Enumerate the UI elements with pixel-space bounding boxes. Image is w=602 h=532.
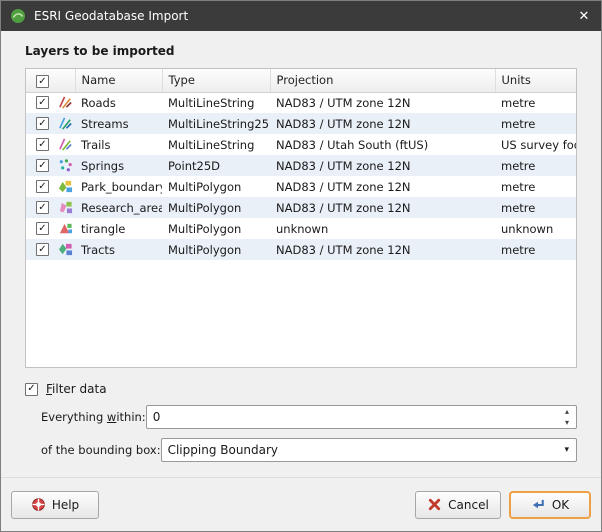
everything-within-input[interactable]: [146, 405, 577, 429]
layer-projection: NAD83 / UTM zone 12N: [276, 96, 411, 110]
layer-projection: NAD83 / UTM zone 12N: [276, 159, 411, 173]
layer-icon: [58, 221, 73, 236]
app-icon: [10, 8, 26, 24]
row-checkbox[interactable]: ✓: [36, 117, 49, 130]
row-checkbox[interactable]: ✓: [36, 159, 49, 172]
layer-icon: [58, 242, 73, 257]
layer-name: Tracts: [81, 243, 115, 257]
layer-name: Trails: [81, 138, 111, 152]
column-header-units[interactable]: Units: [495, 69, 577, 92]
row-checkbox[interactable]: ✓: [36, 222, 49, 235]
cancel-button[interactable]: Cancel: [415, 491, 501, 519]
select-all-checkbox[interactable]: ✓: [36, 75, 49, 88]
layer-type: MultiPolygon: [168, 201, 241, 215]
table-row[interactable]: ✓ Springs Point25D NAD83 / UTM zone 12N …: [26, 155, 577, 176]
layer-type: MultiLineString: [168, 96, 254, 110]
layer-icon: [58, 179, 73, 194]
window-title: ESRI Geodatabase Import: [34, 9, 188, 23]
layer-units: metre: [501, 159, 535, 173]
layer-name: Roads: [81, 96, 116, 110]
layer-table: ✓ Name Type Projection Units ✓: [26, 69, 577, 260]
table-row[interactable]: ✓ tirangle MultiPolygon unknown unknown: [26, 218, 577, 239]
column-header-type[interactable]: Type: [162, 69, 270, 92]
layer-icon: [58, 158, 73, 173]
button-bar: Help Cancel OK: [1, 477, 601, 531]
table-row[interactable]: ✓ Park_boundary MultiPolygon NAD83 / UTM…: [26, 176, 577, 197]
layer-units: metre: [501, 96, 535, 110]
layer-icon: [58, 116, 73, 131]
row-checkbox[interactable]: ✓: [36, 138, 49, 151]
layer-units: US survey foot: [501, 138, 577, 152]
layer-projection: NAD83 / UTM zone 12N: [276, 117, 411, 131]
row-checkbox[interactable]: ✓: [36, 180, 49, 193]
layer-name: Streams: [81, 117, 129, 131]
layer-table-frame: ✓ Name Type Projection Units ✓: [25, 68, 577, 368]
filter-data-label[interactable]: Filter data: [46, 382, 107, 396]
layer-units: metre: [501, 117, 535, 131]
layer-units: metre: [501, 201, 535, 215]
layer-type: MultiLineString25D: [168, 117, 270, 131]
layer-name: tirangle: [81, 222, 125, 236]
title-bar[interactable]: ESRI Geodatabase Import ✕: [1, 1, 601, 31]
spin-down-icon[interactable]: ▾: [559, 417, 575, 428]
everything-within-spinbox: ▴ ▾: [146, 405, 577, 429]
layer-name: Springs: [81, 159, 124, 173]
table-row[interactable]: ✓ Tracts MultiPolygon NAD83 / UTM zone 1…: [26, 239, 577, 260]
cancel-x-icon: [427, 497, 442, 512]
layer-projection: NAD83 / UTM zone 12N: [276, 243, 411, 257]
layer-type: MultiLineString: [168, 138, 254, 152]
layer-projection: unknown: [276, 222, 328, 236]
layer-name: Park_boundary: [81, 180, 162, 194]
layer-icon: [58, 95, 73, 110]
table-header-row: ✓ Name Type Projection Units: [26, 69, 577, 92]
row-checkbox[interactable]: ✓: [36, 96, 49, 109]
close-icon[interactable]: ✕: [567, 1, 601, 31]
chevron-down-icon: ▾: [564, 439, 569, 461]
ok-button[interactable]: OK: [509, 491, 591, 519]
table-row[interactable]: ✓ Research_areas MultiPolygon NAD83 / UT…: [26, 197, 577, 218]
column-header-projection[interactable]: Projection: [270, 69, 495, 92]
help-icon: [31, 497, 46, 512]
layer-projection: NAD83 / Utah South (ftUS): [276, 138, 428, 152]
layer-icon: [58, 200, 73, 215]
bounding-box-dropdown[interactable]: Clipping Boundary ▾: [161, 438, 577, 462]
bounding-box-label: of the bounding box:: [41, 443, 161, 457]
section-heading: Layers to be imported: [25, 44, 577, 58]
row-checkbox[interactable]: ✓: [36, 201, 49, 214]
esri-geodatabase-import-dialog: ESRI Geodatabase Import ✕ Layers to be i…: [0, 0, 602, 532]
layer-type: MultiPolygon: [168, 180, 241, 194]
bounding-box-selected-value: Clipping Boundary: [168, 443, 278, 457]
table-row[interactable]: ✓ Streams MultiLineString25D NAD83 / UTM…: [26, 113, 577, 134]
ok-arrow-icon: [531, 497, 546, 512]
layer-type: MultiPolygon: [168, 243, 241, 257]
everything-within-label: Everything within:: [41, 410, 146, 424]
table-row[interactable]: ✓ Trails MultiLineString NAD83 / Utah So…: [26, 134, 577, 155]
layer-name: Research_areas: [81, 201, 162, 215]
layer-type: Point25D: [168, 159, 220, 173]
layer-projection: NAD83 / UTM zone 12N: [276, 201, 411, 215]
filter-data-checkbox[interactable]: ✓: [25, 383, 38, 396]
layer-units: metre: [501, 180, 535, 194]
layer-units: metre: [501, 243, 535, 257]
table-row[interactable]: ✓ Roads MultiLineString NAD83 / UTM zone…: [26, 92, 577, 113]
layer-type: MultiPolygon: [168, 222, 241, 236]
help-button[interactable]: Help: [11, 491, 99, 519]
column-header-name[interactable]: Name: [75, 69, 162, 92]
layer-icon: [58, 137, 73, 152]
row-checkbox[interactable]: ✓: [36, 243, 49, 256]
layer-projection: NAD83 / UTM zone 12N: [276, 180, 411, 194]
layer-units: unknown: [501, 222, 553, 236]
spin-up-icon[interactable]: ▴: [559, 406, 575, 417]
